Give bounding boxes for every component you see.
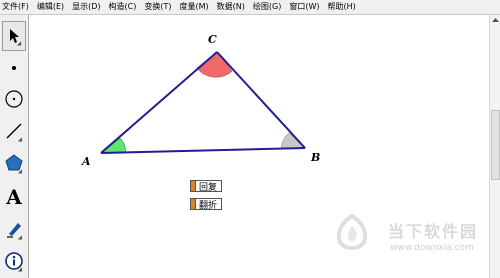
compass-tool-icon: [5, 90, 23, 108]
polygon-tool[interactable]: [2, 148, 26, 178]
compass-tool[interactable]: [2, 84, 26, 114]
menu-graph[interactable]: 绘图(G): [249, 0, 285, 14]
flip-action-label: 翻折: [199, 200, 218, 211]
text-tool-icon: A: [6, 185, 22, 209]
side-ab[interactable]: [100, 147, 306, 154]
menu-display[interactable]: 显示(D): [68, 0, 104, 14]
arrow-select-tool[interactable]: [2, 21, 26, 51]
menu-edit[interactable]: 编辑(E): [33, 0, 68, 14]
vertex-label-c[interactable]: C: [208, 33, 217, 46]
side-cb[interactable]: [216, 51, 306, 149]
menu-measure[interactable]: 度量(M): [176, 0, 213, 14]
menu-construct[interactable]: 构造(C): [105, 0, 141, 14]
watermark-site-name: 当下软件园: [388, 222, 479, 241]
point-tool[interactable]: [2, 53, 26, 83]
straightedge-tool[interactable]: [2, 116, 26, 146]
vertical-scrollbar[interactable]: [489, 15, 500, 278]
flip-action-button[interactable]: 翻折: [190, 198, 222, 211]
menu-transform[interactable]: 变换(T): [140, 0, 175, 14]
vertex-label-a[interactable]: A: [82, 155, 91, 168]
marker-tool[interactable]: [2, 214, 26, 244]
text-tool[interactable]: A: [2, 182, 26, 212]
menu-window[interactable]: 窗口(W): [285, 0, 323, 14]
menu-bar: 文件(F) 编辑(E) 显示(D) 构造(C) 变换(T) 度量(M) 数据(N…: [0, 0, 500, 15]
menu-file[interactable]: 文件(F): [0, 0, 33, 14]
information-tool[interactable]: [2, 246, 26, 276]
point-tool-icon: [12, 66, 16, 70]
menu-help[interactable]: 帮助(H): [324, 0, 360, 14]
watermark-url: www.downxia.com: [390, 243, 474, 253]
watermark-logo-icon: [336, 213, 368, 250]
menu-data[interactable]: 数据(N): [213, 0, 249, 14]
watermark: 当下软件园 www.downxia.com: [330, 212, 490, 267]
vertex-label-b[interactable]: B: [311, 151, 320, 164]
scrollbar-thumb[interactable]: [491, 110, 500, 180]
restore-action-label: 回复: [199, 182, 218, 193]
scroll-up-arrow-icon[interactable]: [491, 15, 500, 25]
tool-palette: A: [0, 15, 29, 278]
action-button-swatch: [191, 181, 196, 191]
side-ac[interactable]: [100, 51, 218, 154]
action-button-swatch: [191, 199, 196, 209]
restore-action-button[interactable]: 回复: [190, 180, 222, 193]
